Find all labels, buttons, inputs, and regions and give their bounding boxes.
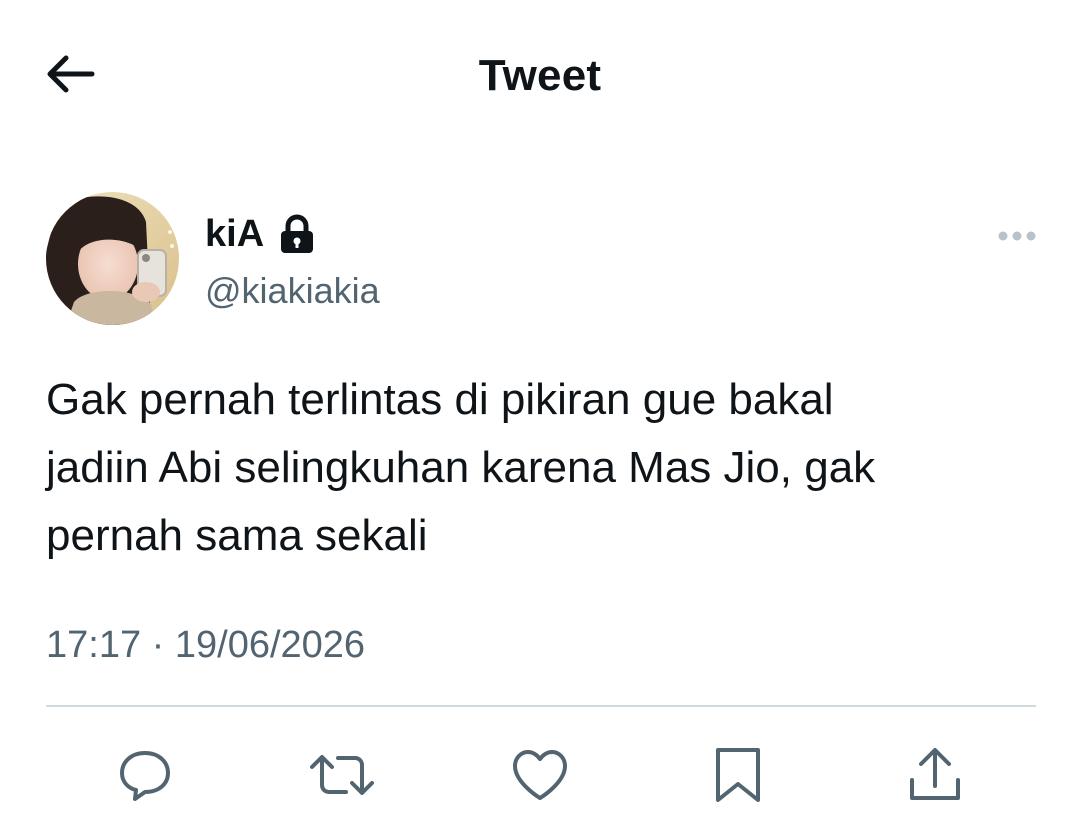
- reply-button[interactable]: [110, 740, 180, 810]
- divider: [46, 705, 1036, 707]
- more-options-button[interactable]: [992, 218, 1042, 254]
- share-icon: [910, 748, 960, 800]
- reply-icon: [120, 751, 170, 801]
- tweet-actions: [0, 740, 1080, 820]
- timestamp-separator: ·: [151, 624, 165, 666]
- tweet-text-line: Gak pernah terlintas di pikiran gue baka…: [46, 375, 834, 424]
- display-name: kiA: [205, 213, 265, 255]
- tweet-text: Gak pernah terlintas di pikiran gue baka…: [46, 366, 1036, 570]
- tweet-text-line: jadiin Abi selingkuhan karena Mas Jio, g…: [46, 443, 876, 492]
- heart-icon: [513, 750, 567, 800]
- tweet-text-line: pernah sama sekali: [46, 511, 428, 560]
- like-button[interactable]: [505, 740, 575, 810]
- retweet-button[interactable]: [307, 740, 377, 810]
- tweet-date: 19/06/2026: [174, 624, 366, 666]
- bookmark-button[interactable]: [703, 740, 773, 810]
- lock-icon: [278, 212, 318, 256]
- author-name-row[interactable]: kiA: [205, 210, 318, 258]
- more-dots-icon: [998, 231, 1036, 241]
- author-handle[interactable]: @kiakiakia: [205, 268, 380, 314]
- avatar-photo: [46, 192, 179, 325]
- tweet-timestamp[interactable]: 17:17 · 19/06/2026: [46, 620, 365, 670]
- share-button[interactable]: [900, 740, 970, 810]
- retweet-icon: [310, 755, 374, 795]
- avatar[interactable]: [46, 192, 179, 325]
- top-bar: Tweet: [0, 0, 1080, 150]
- tweet-time: 17:17: [46, 624, 142, 666]
- page-title: Tweet: [478, 51, 602, 100]
- bookmark-icon: [716, 748, 760, 802]
